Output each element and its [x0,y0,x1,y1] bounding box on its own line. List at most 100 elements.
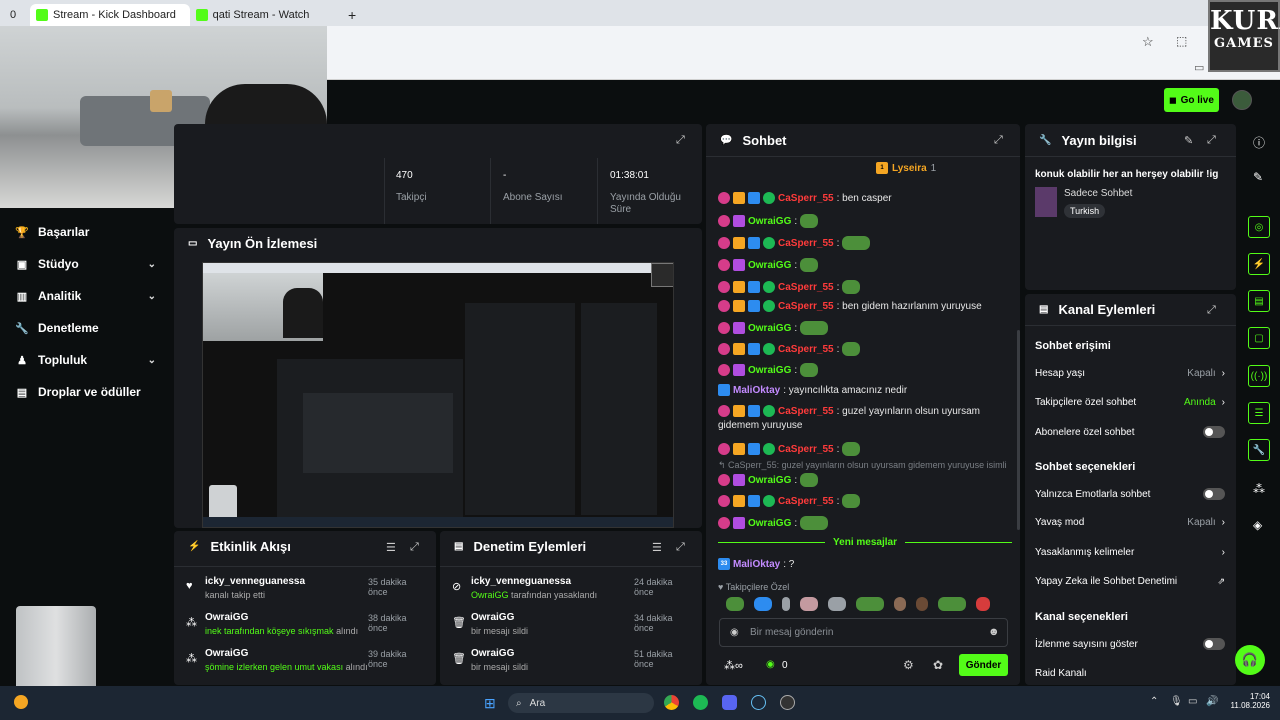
toggle-switch[interactable] [1203,426,1225,438]
windows-start-icon[interactable]: ⊞ [484,695,496,712]
setting-banned-words[interactable]: Yasaklanmış kelimeler › [1035,547,1225,558]
setting-followers-chat[interactable]: Takipçilere özel sohbet Anında › [1035,397,1225,408]
rail-wrench-button[interactable]: 🔧 [1248,439,1270,461]
weather-icon[interactable] [14,695,28,709]
chat-username[interactable]: CaSperr_55 [778,496,834,507]
volume-icon[interactable]: 🔊 [1206,696,1218,707]
chat-username[interactable]: OwraiGG [748,518,791,529]
expand-icon[interactable]: ⤢ [1207,304,1216,317]
chrome-icon[interactable] [664,695,679,710]
discord-icon[interactable] [722,695,737,710]
chat-username[interactable]: CaSperr_55 [778,238,834,249]
emote-icon[interactable] [976,597,990,611]
emote-icon[interactable] [754,597,772,611]
chat-username[interactable]: CaSperr_55 [778,282,834,293]
filter-icon[interactable]: ☰ [652,541,662,554]
expand-icon[interactable]: ⤢ [994,134,1003,147]
points-icon[interactable]: ⁂ [1253,482,1265,496]
obs-icon[interactable] [780,695,795,710]
emote-icon[interactable] [916,597,928,611]
uptime-label: Yayında Olduğu Süre [610,192,681,215]
emote-icon[interactable] [938,597,966,611]
chat-username[interactable]: OwraiGG [748,365,791,376]
rail-document-button[interactable]: ▤ [1248,290,1270,312]
setting-show-viewers[interactable]: İzlenme sayısını göster [1035,638,1225,650]
points-icon[interactable]: ⁂∞ [724,659,743,672]
sidebar-item-community[interactable]: ♟ Topluluk ⌄ [16,350,156,370]
chat-username[interactable]: OwraiGG [748,323,791,334]
taskbar-search[interactable]: ⌕ Ara [508,693,654,713]
chat-username[interactable]: CaSperr_55 [778,193,834,204]
chat-username[interactable]: MaliOktay [733,385,780,396]
support-button[interactable]: 🎧 [1235,645,1265,675]
rail-list-button[interactable]: ☰ [1248,402,1270,424]
setting-ai-moderation[interactable]: Yapay Zeka ile Sohbet Denetimi ⇗ [1035,576,1225,587]
chat-username[interactable]: CaSperr_55 [778,406,834,417]
setting-account-age[interactable]: Hesap yaşı Kapalı › [1035,368,1225,379]
tab-counter[interactable]: 0 [4,4,22,26]
chat-username[interactable]: CaSperr_55 [778,301,834,312]
edit-icon[interactable]: ✎ [1184,134,1193,147]
chat-username[interactable]: CaSperr_55 [778,444,834,455]
tray-chevron-icon[interactable]: ⌃ [1150,696,1158,707]
emoji-icon[interactable]: ☻ [988,626,1000,638]
network-icon[interactable]: ▭ [1188,696,1197,707]
sidebar-item-studio[interactable]: ▣ Stüdyo ⌄ [16,254,156,274]
chat-username[interactable]: OwraiGG [748,216,791,227]
chat-username[interactable]: OwraiGG [748,475,791,486]
trophy-icon: 🏆 [15,226,29,239]
taskbar-clock[interactable]: 17:04 11.08.2026 [1226,692,1270,710]
expand-icon[interactable]: ⤢ [676,134,685,147]
setting-raid-channel[interactable]: Raid Kanalı [1035,668,1225,679]
rail-broadcast-button[interactable]: ((·)) [1248,365,1270,387]
star-icon[interactable]: ☆ [1142,34,1154,50]
sidebar-item-drops[interactable]: ▤ Droplar ve ödüller [16,382,141,402]
emote-icon[interactable] [856,597,884,611]
toggle-switch[interactable] [1203,638,1225,650]
stream-preview[interactable] [202,262,674,528]
expand-icon[interactable]: ⤢ [410,541,419,554]
setting-emote-only[interactable]: Yalnızca Emotlarla sohbet [1035,488,1225,500]
steam-icon[interactable] [751,695,766,710]
setting-subs-chat[interactable]: Abonelere özel sohbet [1035,426,1225,438]
tag-icon[interactable]: ◈ [1253,518,1262,532]
settings-cog-icon[interactable]: ✿ [933,658,943,672]
pinned-gifter[interactable]: 1 Lyseira 1 [876,162,936,174]
sidebar-item-achievements[interactable]: 🏆 Başarılar [15,222,89,242]
emote-icon[interactable] [828,597,846,611]
sidebar-item-analytics[interactable]: ▥ Analitik ⌄ [16,286,156,306]
rail-chat-button[interactable]: ▢ [1248,327,1270,349]
info-icon[interactable]: ⓘ [1253,134,1265,151]
emote-bar[interactable] [726,597,990,611]
chat-text: : [794,259,798,271]
emote-icon[interactable] [782,597,790,611]
chat-input[interactable]: ◉ Bir mesaj gönderin ☻ [719,618,1008,647]
folder-icon[interactable]: ▭ [1194,61,1204,74]
tab-watch-live[interactable]: qati Stream - Watch Live o [190,4,315,26]
pencil-icon[interactable]: ✎ [1253,170,1263,184]
chat-scrollbar[interactable] [1017,330,1020,530]
emote-icon[interactable] [894,597,906,611]
chat-username[interactable]: OwraiGG [748,260,791,271]
chat-username[interactable]: CaSperr_55 [778,344,834,355]
new-tab-button[interactable]: + [342,4,362,26]
extensions-icon[interactable]: ⬚ [1176,34,1187,48]
go-live-button[interactable]: ◼ Go live [1164,88,1219,112]
badge-icon [763,192,775,204]
spotify-icon[interactable] [693,695,708,710]
sidebar-item-moderation[interactable]: 🔧 Denetleme [15,318,99,338]
rail-camera-button[interactable]: ◎ [1248,216,1270,238]
filter-icon[interactable]: ☰ [386,541,396,554]
toggle-switch[interactable] [1203,488,1225,500]
emote-icon[interactable] [800,597,818,611]
avatar[interactable] [1232,90,1252,110]
expand-icon[interactable]: ⤢ [676,541,685,554]
send-button[interactable]: Gönder [959,654,1008,676]
setting-slow-mode[interactable]: Yavaş mod Kapalı › [1035,517,1225,528]
tab-kick-dashboard[interactable]: Stream - Kick Dashboard [30,4,190,26]
rail-lightning-button[interactable]: ⚡ [1248,253,1270,275]
expand-icon[interactable]: ⤢ [1207,134,1216,147]
gear-icon[interactable]: ⚙ [903,658,914,672]
emote-icon[interactable] [726,597,744,611]
mic-icon[interactable]: 🎙 [1170,696,1183,707]
